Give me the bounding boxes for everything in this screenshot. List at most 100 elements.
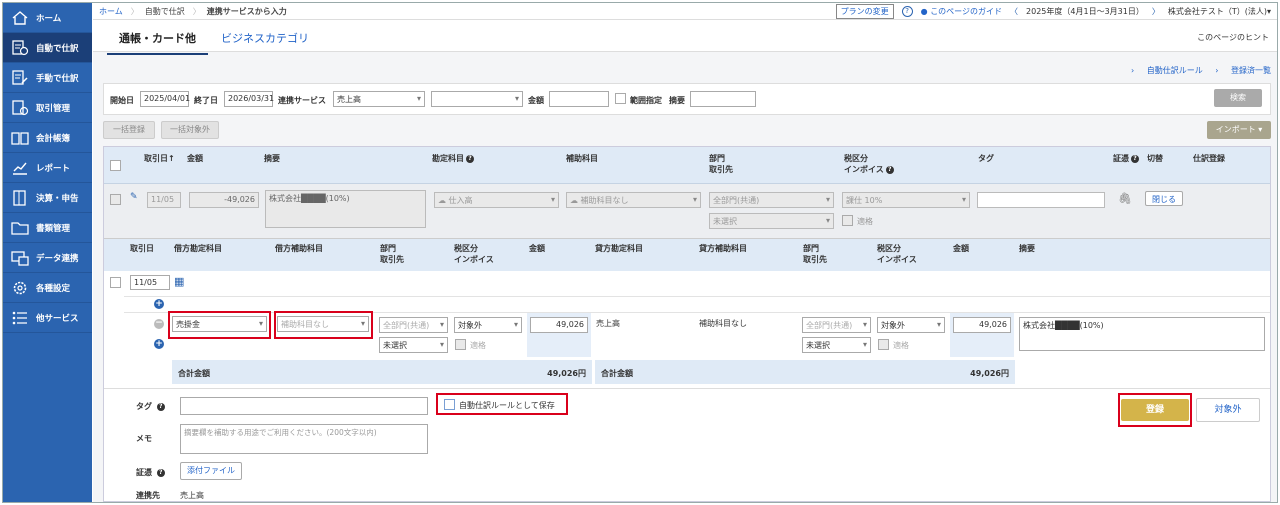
- company-selector[interactable]: 株式会社テスト（T）(法人)▾: [1168, 6, 1271, 17]
- service-sub-select[interactable]: [431, 91, 523, 107]
- row-account-select[interactable]: ☁ 仕入高: [434, 192, 559, 208]
- row-tax-select[interactable]: 課仕 10%: [842, 192, 970, 208]
- journal-col-dept: 部門: [380, 244, 396, 253]
- help-icon[interactable]: ?: [466, 154, 474, 163]
- bulk-register-button[interactable]: 一括登録: [103, 121, 155, 139]
- edit-icon[interactable]: ✎: [130, 192, 138, 202]
- page-guide-link[interactable]: ● このページのガイド: [921, 6, 1002, 17]
- breadcrumb-separator: 〉: [130, 6, 139, 16]
- sidebar-item-label: 他サービス: [36, 313, 79, 324]
- entry-summary-input[interactable]: 株式会社████(10%): [1019, 317, 1265, 351]
- col-date[interactable]: 取引日↑: [144, 153, 175, 164]
- sidebar-item-settings[interactable]: 各種設定: [3, 273, 92, 303]
- row-sub-account-select[interactable]: ☁ 補助科目なし: [566, 192, 701, 208]
- sidebar-item-data-link[interactable]: データ連携: [3, 243, 92, 273]
- sidebar-item-label: 各種設定: [36, 283, 71, 294]
- help-icon[interactable]: ?: [885, 165, 894, 174]
- sidebar-item-home[interactable]: ホーム: [3, 3, 92, 33]
- row-tag-input[interactable]: [977, 192, 1105, 208]
- calendar-icon[interactable]: ▦: [174, 275, 184, 288]
- add-row-top-icon[interactable]: +: [154, 299, 164, 309]
- bulk-exclude-button[interactable]: 一括対象外: [161, 121, 219, 139]
- sidebar-item-documents[interactable]: 書類管理: [3, 213, 92, 243]
- breadcrumb-auto-journal[interactable]: 自動で仕訳: [139, 6, 193, 17]
- debit-total-value: 49,026円: [547, 369, 586, 378]
- transactions-icon: [11, 99, 29, 116]
- attach-file-button[interactable]: 添付ファイル: [180, 462, 242, 480]
- registered-list-link[interactable]: › 登録済一覧: [1215, 66, 1271, 75]
- breadcrumb-home[interactable]: ホーム: [93, 6, 131, 17]
- debit-amount-input[interactable]: 49,026: [530, 317, 588, 333]
- debit-qualified-checkbox[interactable]: [455, 339, 466, 350]
- plan-change-button[interactable]: プランの変更: [835, 3, 894, 19]
- sidebar-item-label: 取引管理: [36, 103, 71, 114]
- credit-qualified-checkbox[interactable]: [878, 339, 889, 350]
- start-date-input[interactable]: 2025/04/01: [140, 91, 190, 107]
- row-qualified-checkbox[interactable]: [842, 215, 853, 226]
- debit-tax-select[interactable]: 対象外: [454, 317, 522, 333]
- paperclip-icon[interactable]: 🖇: [1118, 192, 1132, 205]
- sidebar-item-report[interactable]: レポート: [3, 153, 92, 183]
- ledger-icon: [11, 130, 29, 146]
- col-switch: 切替: [1147, 154, 1163, 163]
- row-checkbox[interactable]: [110, 194, 121, 205]
- row-summary: 株式会社████(10%): [265, 190, 426, 228]
- import-button[interactable]: インポート ▾: [1207, 121, 1271, 139]
- sidebar-item-transactions[interactable]: 取引管理: [3, 93, 92, 123]
- journal-col-credit-invoice: インボイス: [877, 255, 917, 264]
- amount-input[interactable]: [549, 91, 609, 107]
- next-year-icon[interactable]: 〉: [1152, 6, 1160, 17]
- help-icon[interactable]: ?: [156, 468, 165, 477]
- service-select[interactable]: 売上高: [333, 91, 425, 107]
- end-date-input[interactable]: 2026/03/31: [224, 91, 274, 107]
- remove-row-icon[interactable]: −: [154, 319, 164, 329]
- journal-col-credit-sub: 貸方補助科目: [699, 244, 747, 253]
- select-all-checkbox[interactable]: [110, 160, 121, 171]
- auto-rule-link[interactable]: › 自動仕訳ルール: [1131, 66, 1203, 75]
- credit-account-value[interactable]: 売上高: [596, 318, 620, 329]
- memo-filter-input[interactable]: [690, 91, 756, 107]
- sidebar-item-label: 決算・申告: [36, 193, 79, 204]
- col-tax: 税区分: [844, 154, 868, 163]
- row-partner-select[interactable]: 未選択: [709, 213, 834, 229]
- add-row-bottom-icon[interactable]: +: [154, 339, 164, 349]
- credit-dept-select[interactable]: 全部門(共通): [802, 317, 871, 333]
- sidebar-item-other-services[interactable]: 他サービス: [3, 303, 92, 333]
- tab-bank-card[interactable]: 通帳・カード他: [107, 30, 208, 55]
- sidebar-item-auto-journal[interactable]: 自動で仕訳: [3, 33, 92, 63]
- prev-year-icon[interactable]: 〈: [1010, 6, 1018, 17]
- row-qualified-label: 適格: [857, 217, 873, 226]
- range-checkbox[interactable]: [615, 93, 626, 104]
- sidebar-item-label: 会計帳簿: [36, 133, 71, 144]
- debit-sub-highlight: [274, 311, 373, 339]
- sidebar-item-ledger[interactable]: 会計帳簿: [3, 123, 92, 153]
- search-button[interactable]: 検索: [1214, 89, 1262, 107]
- table-row[interactable]: ✎ 11/05 -49,026 株式会社████(10%) ☁ 仕入高 ☁ 補助…: [104, 184, 1270, 239]
- help-icon[interactable]: ?: [1131, 154, 1139, 163]
- exclude-button[interactable]: 対象外: [1196, 398, 1260, 422]
- memo-input[interactable]: 摘要欄を補助する用途でご利用ください。(200文字以内): [180, 424, 428, 454]
- top-bar: ホーム 〉 自動で仕訳 〉 連携サービスから入力 プランの変更 ? ● このペー…: [93, 3, 1277, 20]
- credit-partner-select[interactable]: 未選択: [802, 337, 871, 353]
- tab-business-category[interactable]: ビジネスカテゴリ: [221, 30, 309, 46]
- tag-label: タグ ?: [136, 401, 165, 412]
- col-amount: 金額: [187, 154, 203, 163]
- credit-amount-input[interactable]: 49,026: [953, 317, 1011, 333]
- credit-tax-select[interactable]: 対象外: [877, 317, 945, 333]
- debit-partner-select[interactable]: 未選択: [379, 337, 448, 353]
- journal-col-amount: 金額: [529, 244, 545, 253]
- entry-checkbox[interactable]: [110, 277, 121, 288]
- help-icon[interactable]: ?: [156, 402, 165, 411]
- page-hint-link[interactable]: このページのヒント: [1197, 32, 1269, 43]
- sidebar-item-settlement[interactable]: 決算・申告: [3, 183, 92, 213]
- tag-input[interactable]: [180, 397, 428, 415]
- close-button[interactable]: 閉じる: [1145, 191, 1183, 206]
- debit-dept-select[interactable]: 全部門(共通): [379, 317, 448, 333]
- sidebar-item-manual-journal[interactable]: 手動で仕訳: [3, 63, 92, 93]
- gear-icon: [11, 280, 29, 296]
- help-icon[interactable]: ?: [901, 5, 913, 17]
- filter-bar: 開始日 2025/04/01 終了日 2026/03/31 連携サービス 売上高…: [103, 83, 1271, 115]
- entry-date-input[interactable]: 11/05: [130, 275, 170, 290]
- credit-sub-value[interactable]: 補助科目なし: [699, 318, 747, 329]
- row-dept-select[interactable]: 全部門(共通): [709, 192, 834, 208]
